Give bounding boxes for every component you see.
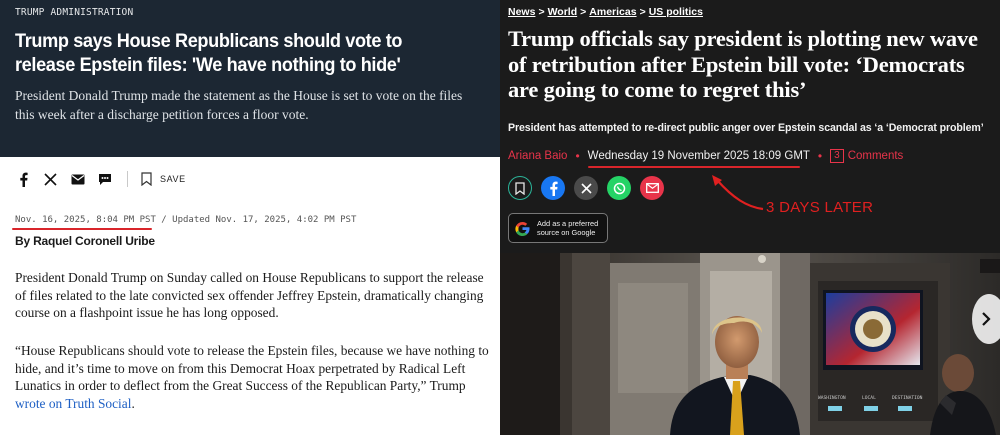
independent-article-panel: News > World > Americas > US politics Trump of… (500, 0, 1000, 435)
google-preferred-source-button[interactable]: Add as a preferred source on Google (508, 213, 608, 243)
article-dateline: Nov. 16, 2025, 8:04 PM PST / Updated Nov… (15, 215, 356, 225)
section-kicker[interactable]: TRUMP ADMINISTRATION (15, 7, 133, 18)
comment-count-badge[interactable]: 3 (830, 149, 844, 163)
google-icon (515, 221, 530, 236)
article-byline[interactable]: By Raquel Coronell Uribe (15, 234, 155, 248)
facebook-icon[interactable] (541, 176, 565, 200)
share-divider (127, 171, 128, 187)
breadcrumb: News > World > Americas > US politics (508, 6, 703, 18)
article-standfirst: President has attempted to re-direct pub… (508, 122, 984, 134)
article-dek: President Donald Trump made the statemen… (15, 88, 463, 122)
comments-link[interactable]: Comments (848, 150, 904, 162)
meta-separator: • (817, 149, 823, 163)
save-button[interactable]: SAVE (160, 174, 186, 184)
meta-separator: • (575, 149, 580, 163)
breadcrumb-news[interactable]: News (508, 6, 535, 18)
nbc-article-panel: TRUMP ADMINISTRATION Trump says House Re… (0, 0, 500, 435)
x-icon[interactable] (574, 176, 598, 200)
email-icon[interactable] (69, 171, 86, 188)
truth-social-link[interactable]: wrote on Truth Social (15, 396, 131, 411)
annotation-underline (12, 228, 152, 230)
photo-label-washington: WASHINGTON (818, 395, 846, 401)
sms-icon[interactable] (96, 171, 113, 188)
breadcrumb-us-politics[interactable]: US politics (649, 6, 703, 18)
updated-date: / Updated Nov. 17, 2025, 4:02 PM PST (155, 215, 357, 225)
published-date: Nov. 16, 2025, 8:04 PM PST (15, 215, 156, 225)
bookmark-icon[interactable] (138, 171, 155, 188)
annotation-arrow (712, 175, 764, 211)
share-bar: SAVE (15, 170, 186, 188)
bookmark-icon[interactable] (508, 176, 532, 200)
publish-date: Wednesday 19 November 2025 18:09 GMT (587, 150, 810, 162)
quote-text: “House Republicans should vote to releas… (15, 343, 489, 393)
photo-label-destination: DESTINATION (892, 395, 923, 401)
photo-label-local: LOCAL (862, 395, 876, 401)
email-icon[interactable] (640, 176, 664, 200)
breadcrumb-world[interactable]: World (548, 6, 578, 18)
x-icon[interactable] (42, 171, 59, 188)
author-link[interactable]: Ariana Baio (508, 150, 567, 162)
article-headline: Trump officials say president is plottin… (508, 26, 978, 102)
annotation-underline (588, 166, 800, 168)
article-headline: Trump says House Republicans should vote… (15, 30, 403, 76)
article-meta: Ariana Baio • Wednesday 19 November 2025… (508, 149, 903, 163)
chevron-right-icon (982, 312, 991, 326)
article-paragraph-2: “House Republicans should vote to releas… (15, 343, 489, 411)
annotation-label: 3 DAYS LATER (766, 199, 874, 216)
facebook-icon[interactable] (15, 171, 32, 188)
article-lead-photo[interactable]: WASHINGTON LOCAL DESTINATION (500, 253, 1000, 435)
social-share-bar (508, 176, 673, 200)
carousel-next-button[interactable] (972, 294, 1000, 344)
breadcrumb-americas[interactable]: Americas (589, 6, 636, 18)
article-paragraph-1: President Donald Trump on Sunday called … (15, 270, 484, 320)
article-hero: TRUMP ADMINISTRATION Trump says House Re… (0, 0, 500, 157)
google-button-label: Add as a preferred source on Google (537, 219, 599, 237)
whatsapp-icon[interactable] (607, 176, 631, 200)
